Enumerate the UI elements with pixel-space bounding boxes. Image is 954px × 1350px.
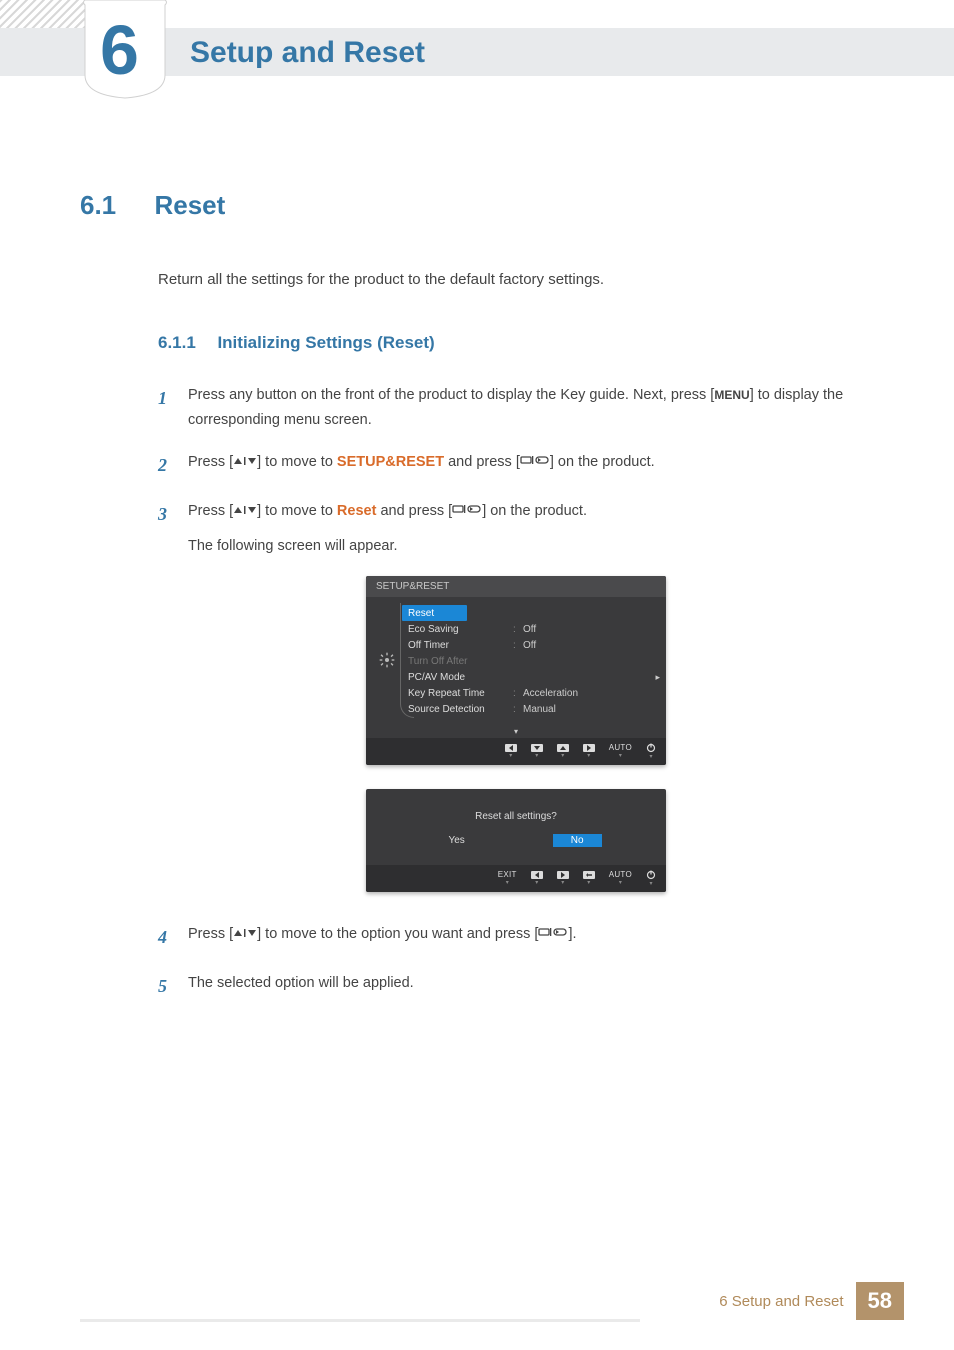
osd-footer: EXIT▾ ▾ ▾ ▾ AUTO▾ ▾ — [366, 865, 666, 892]
step-5: 5 The selected option will be applied. — [158, 971, 874, 1002]
osd-item: Turn Off After — [408, 653, 656, 669]
step-4: 4 Press [ ] to move to the option you wan… — [158, 922, 874, 953]
step-number: 2 — [158, 450, 188, 481]
subsection-number: 6.1.1 — [158, 333, 213, 353]
step-text: ]. — [568, 926, 576, 942]
step-after: The following screen will appear. — [188, 534, 874, 559]
section-number: 6.1 — [80, 190, 150, 221]
step-text: Press [ — [188, 454, 233, 470]
osd-item: Source Detection:Manual — [408, 701, 656, 717]
power-icon: ▾ — [646, 870, 656, 887]
step-2: 2 Press [ ] to move to SETUP&RESET and pr… — [158, 450, 874, 481]
bracket-decoration — [400, 603, 414, 718]
right-icon: ▾ — [583, 744, 595, 759]
step-text: The selected option will be applied. — [188, 975, 414, 991]
step-number: 4 — [158, 922, 188, 953]
left-icon: ▾ — [531, 871, 543, 886]
right-icon: ▾ — [557, 871, 569, 886]
step-text: ] to move to — [257, 503, 337, 519]
page-footer: 6 Setup and Reset 58 — [719, 1282, 904, 1320]
osd-item: Eco Saving:Off — [408, 621, 656, 637]
no-button: No — [553, 834, 602, 847]
left-icon: ▾ — [505, 744, 517, 759]
menu-key: MENU — [714, 388, 749, 402]
osd-item: PC/AV Mode — [408, 669, 656, 685]
step-text: ] to move to the option you want and pre… — [257, 926, 538, 942]
auto-label: AUTO▾ — [609, 744, 632, 759]
step-text: ] to move to — [257, 454, 337, 470]
step-text: ] on the product. — [482, 503, 587, 519]
subsection-title: Initializing Settings (Reset) — [217, 333, 434, 353]
step-number: 1 — [158, 383, 188, 432]
auto-label: AUTO▾ — [609, 871, 632, 886]
step-number: 5 — [158, 971, 188, 1002]
osd-item: Key Repeat Time:Acceleration — [408, 685, 656, 701]
chapter-number: 6 — [100, 10, 139, 90]
up-down-icon — [233, 922, 257, 947]
footer-chapter: 6 Setup and Reset — [719, 1293, 843, 1310]
source-enter-icon — [538, 922, 568, 947]
step-text: Press [ — [188, 503, 233, 519]
exit-label: EXIT▾ — [498, 871, 517, 886]
down-icon: ▾ — [531, 744, 543, 759]
section-title: Reset — [154, 190, 225, 221]
section-heading: 6.1 Reset — [80, 190, 874, 221]
step-text: Press any button on the front of the pro… — [188, 387, 714, 403]
subsection-heading: 6.1.1 Initializing Settings (Reset) — [158, 333, 874, 353]
osd-title: SETUP&RESET — [366, 576, 666, 597]
yes-button: Yes — [430, 834, 482, 847]
osd-footer: ▾ ▾ ▾ ▾ AUTO▾ ▾ — [366, 738, 666, 765]
step-text: ] on the product. — [550, 454, 655, 470]
step-1: 1 Press any button on the front of the p… — [158, 383, 874, 432]
gear-icon — [379, 652, 395, 668]
confirm-question: Reset all settings? — [366, 807, 666, 834]
power-icon: ▾ — [646, 743, 656, 760]
step-text: and press [ — [376, 503, 452, 519]
osd-reset-confirm: Reset all settings? Yes No EXIT▾ ▾ ▾ ▾ A… — [366, 789, 666, 892]
highlight: Reset — [337, 503, 377, 519]
step-3: 3 Press [ ] to move to Reset and press []… — [158, 499, 874, 558]
section-intro: Return all the settings for the product … — [158, 271, 874, 288]
source-enter-icon — [520, 450, 550, 475]
right-arrow-icon: ▸ — [655, 672, 660, 683]
page-number: 58 — [856, 1282, 904, 1320]
up-down-icon — [233, 450, 257, 475]
footer-rule — [80, 1319, 640, 1322]
source-enter-icon — [452, 499, 482, 524]
step-text: and press [ — [444, 454, 520, 470]
step-text: Press [ — [188, 926, 233, 942]
scroll-indicator-icon: ▾ — [366, 725, 666, 738]
enter-icon: ▾ — [583, 871, 595, 886]
up-icon: ▾ — [557, 744, 569, 759]
up-down-icon — [233, 499, 257, 524]
chapter-title: Setup and Reset — [190, 36, 425, 70]
osd-setup-reset: SETUP&RESET Reset Eco Saving:Off Off Tim… — [366, 576, 666, 765]
step-number: 3 — [158, 499, 188, 558]
osd-item: Off Timer:Off — [408, 637, 656, 653]
highlight: SETUP&RESET — [337, 454, 444, 470]
